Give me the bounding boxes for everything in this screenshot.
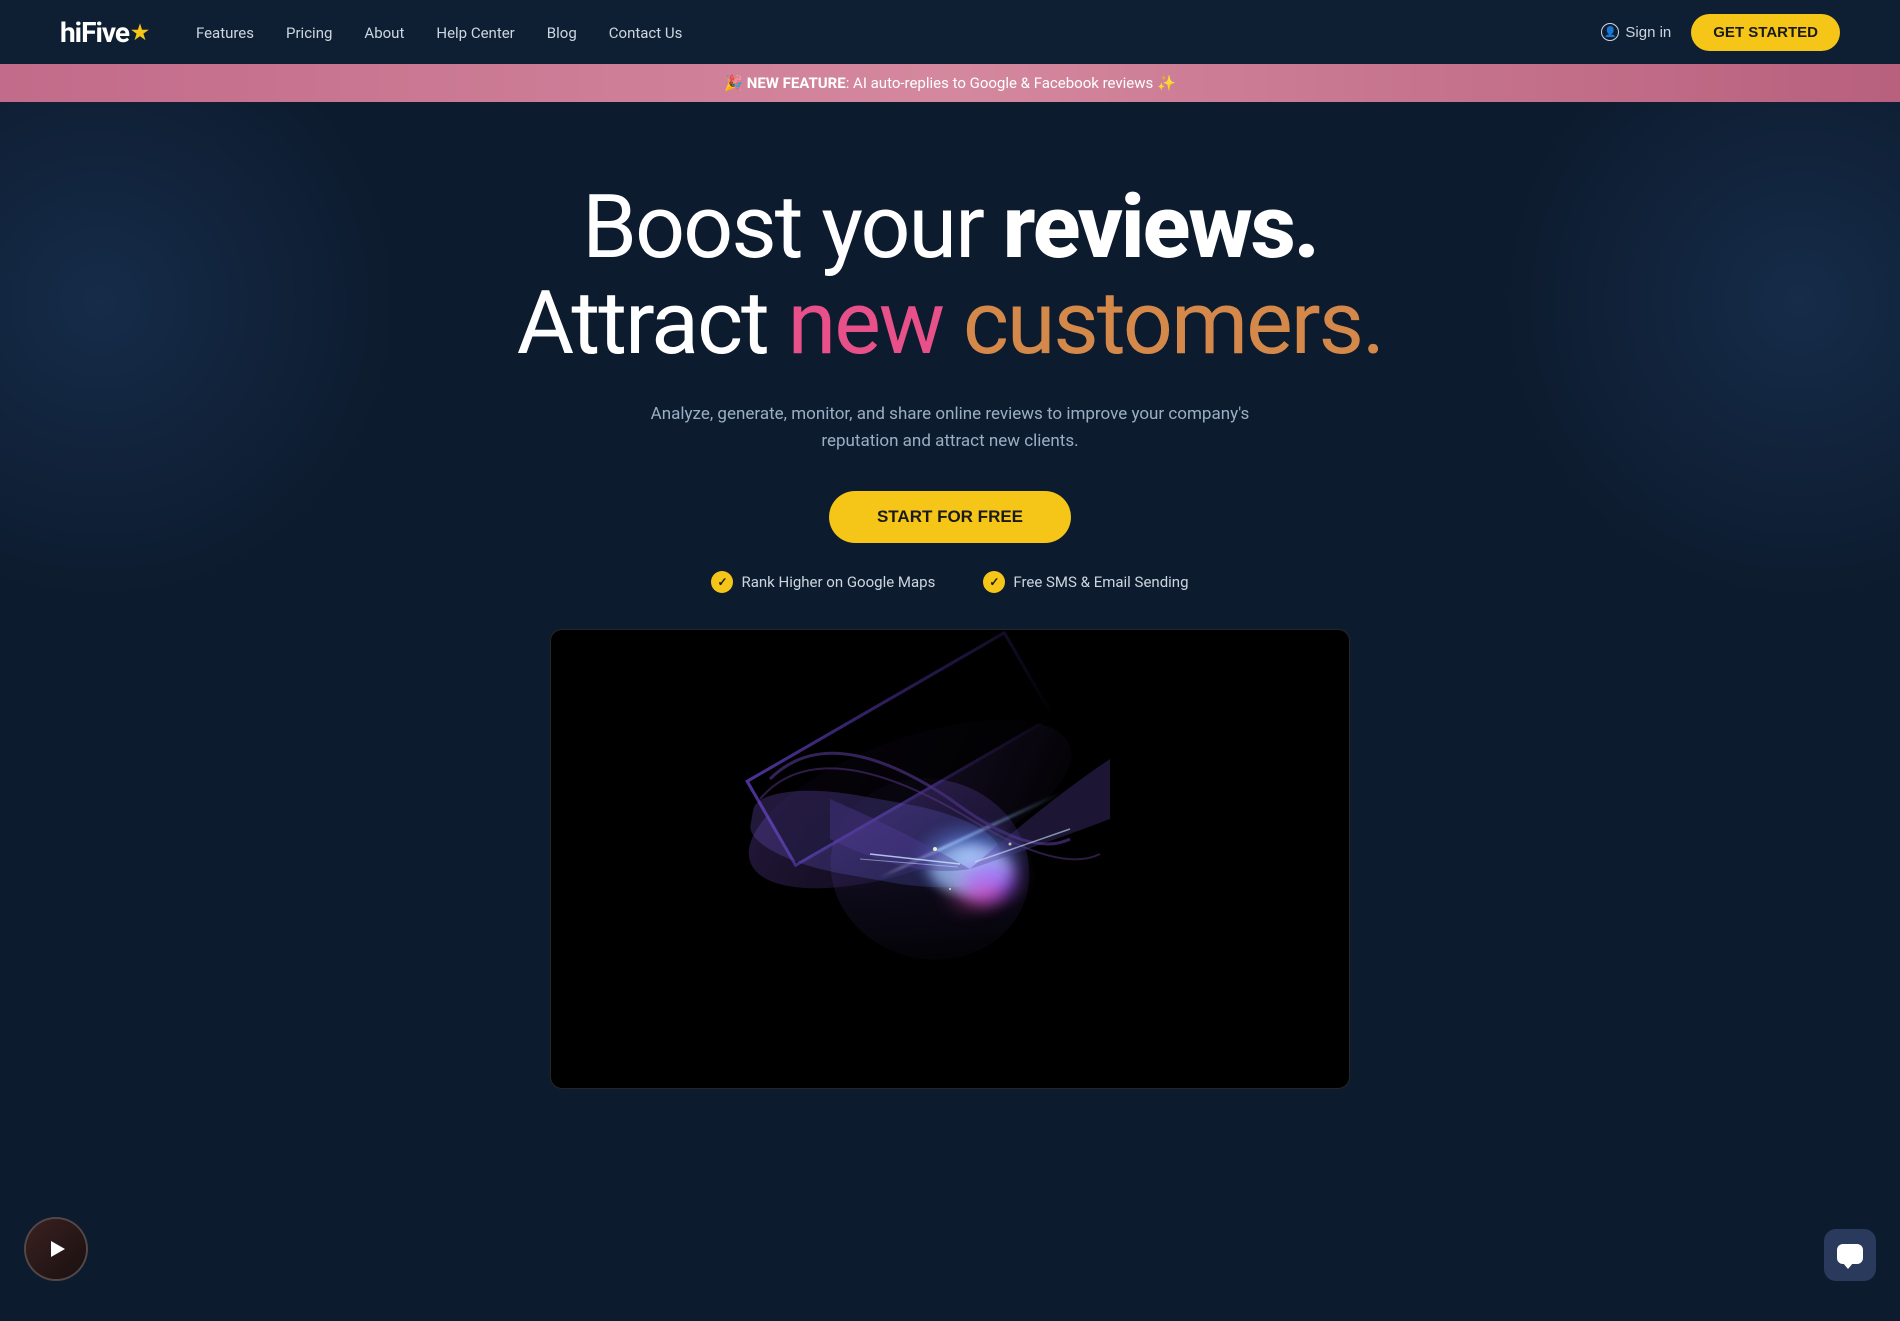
demo-container — [550, 629, 1350, 1089]
feature-badges: ✓ Rank Higher on Google Maps ✓ Free SMS … — [711, 571, 1188, 593]
hero-title-space — [943, 272, 963, 375]
check-icon-google: ✓ — [711, 571, 733, 593]
hero-title-line1: Boost your reviews. — [517, 182, 1384, 274]
nav-help-center[interactable]: Help Center — [436, 24, 514, 42]
announcement-banner: 🎉 NEW FEATURE: AI auto-replies to Google… — [0, 64, 1900, 102]
feature-badge-sms: ✓ Free SMS & Email Sending — [983, 571, 1188, 593]
user-icon: 👤 — [1601, 23, 1619, 41]
hero-title-line2: Attract new customers. — [517, 278, 1384, 370]
nav-features[interactable]: Features — [196, 24, 254, 42]
light-burst-visual — [750, 699, 1150, 1019]
nav-blog[interactable]: Blog — [547, 24, 577, 42]
burst-svg — [750, 699, 1150, 1019]
announcement-prefix: NEW FEATURE — [747, 74, 846, 92]
logo[interactable]: hiFive★ — [60, 16, 148, 49]
feature-badge-google-text: Rank Higher on Google Maps — [741, 573, 935, 591]
hero-title-bold-1: reviews. — [1003, 176, 1318, 279]
demo-frame[interactable] — [550, 629, 1350, 1089]
chat-button[interactable] — [1824, 1229, 1876, 1281]
announcement-emoji: 🎉 — [724, 74, 743, 92]
navbar: hiFive★ Features Pricing About Help Cent… — [0, 0, 1900, 64]
nav-links: Features Pricing About Help Center Blog … — [196, 23, 682, 42]
check-icon-sms: ✓ — [983, 571, 1005, 593]
floating-video-inner — [26, 1219, 86, 1279]
hero-title-pink: new — [788, 272, 943, 375]
get-started-button[interactable]: GET STARTED — [1691, 14, 1840, 51]
hero-subtitle: Analyze, generate, monitor, and share on… — [640, 401, 1260, 455]
hero-title-regular-2: Attract — [517, 272, 788, 375]
feature-badge-google: ✓ Rank Higher on Google Maps — [711, 571, 935, 593]
feature-badge-sms-text: Free SMS & Email Sending — [1013, 573, 1188, 591]
floating-video-widget[interactable] — [24, 1217, 88, 1281]
chat-icon — [1837, 1244, 1863, 1266]
chat-bubble-icon — [1837, 1244, 1863, 1264]
logo-star-icon: ★ — [131, 20, 148, 44]
nav-contact-us[interactable]: Contact Us — [609, 24, 683, 42]
nav-pricing[interactable]: Pricing — [286, 24, 332, 42]
navbar-right: 👤 Sign in GET STARTED — [1601, 14, 1840, 51]
signin-label: Sign in — [1625, 24, 1671, 41]
logo-text: hiFive — [60, 16, 129, 49]
hero-title-regular-1: Boost your — [582, 176, 1003, 279]
cta-start-free-button[interactable]: START FOR FREE — [829, 491, 1071, 543]
play-icon — [51, 1241, 65, 1257]
signin-button[interactable]: 👤 Sign in — [1601, 23, 1671, 41]
hero-title: Boost your reviews. Attract new customer… — [517, 182, 1384, 371]
hero-section: Boost your reviews. Attract new customer… — [0, 102, 1900, 1089]
announcement-text: : AI auto-replies to Google & Facebook r… — [846, 74, 1176, 92]
nav-about[interactable]: About — [364, 24, 404, 42]
navbar-left: hiFive★ Features Pricing About Help Cent… — [60, 16, 682, 49]
hero-title-orange: customers. — [963, 272, 1383, 375]
